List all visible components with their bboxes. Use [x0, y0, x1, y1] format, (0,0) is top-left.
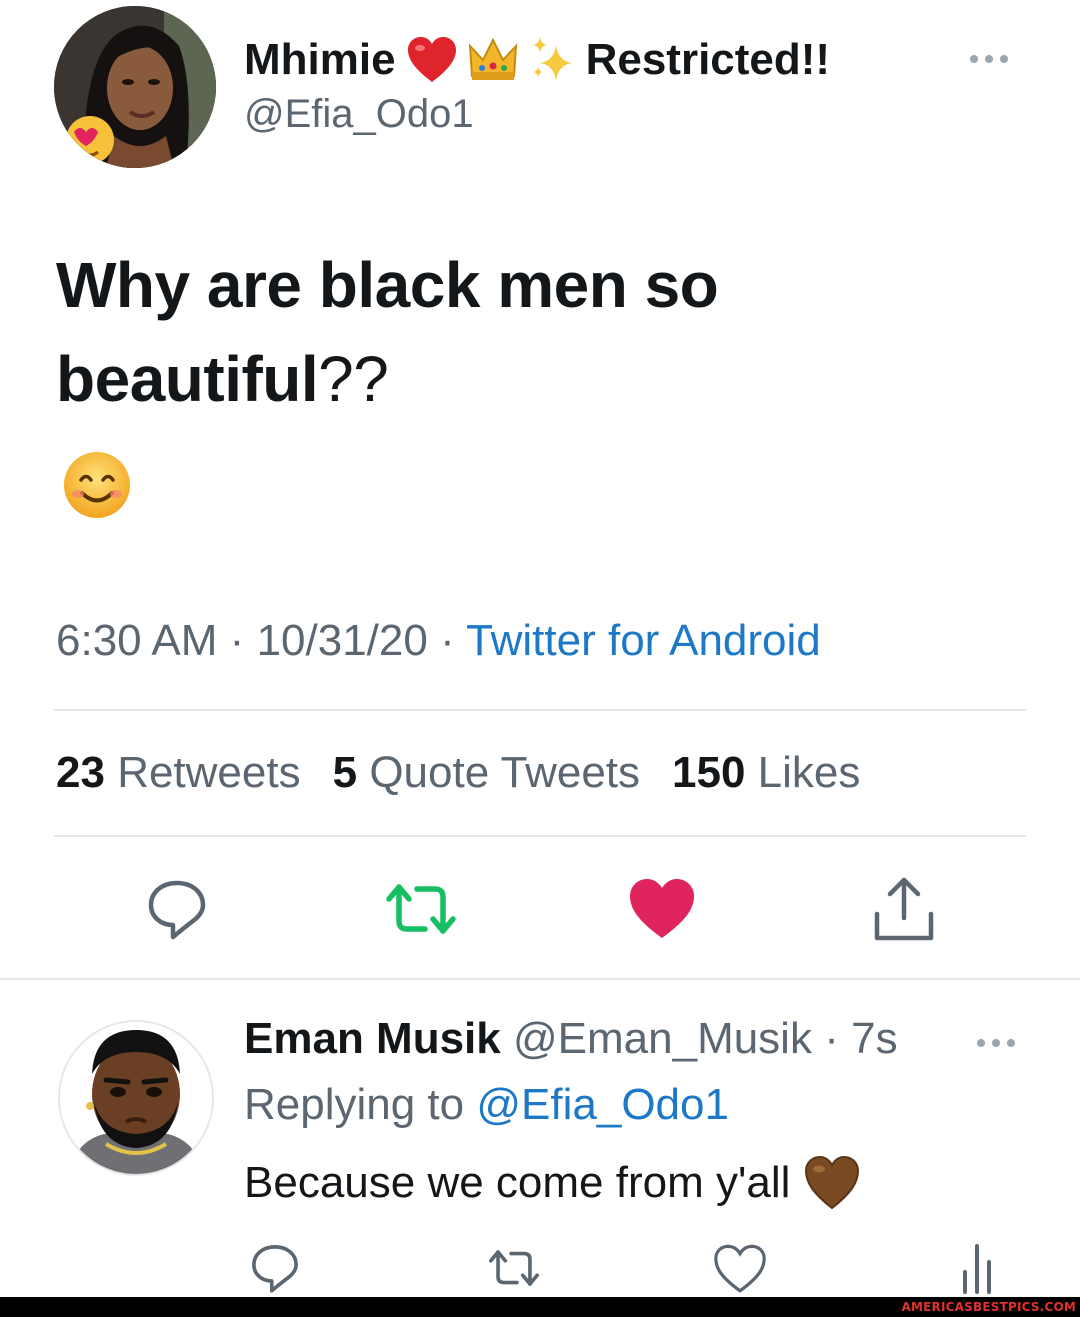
reply-more-options-button[interactable]: [966, 1028, 1026, 1058]
retweets-count: 23: [56, 748, 105, 797]
divider: [54, 835, 1026, 837]
more-dot: [977, 1039, 985, 1047]
brown-heart-icon: [805, 1156, 860, 1210]
red-heart-icon: [407, 37, 456, 82]
quotes-stat[interactable]: 5 Quote Tweets: [333, 748, 640, 798]
reply-time[interactable]: 7s: [851, 1014, 897, 1063]
like-icon: [630, 879, 694, 938]
author-handle[interactable]: @Efia_Odo1: [244, 92, 474, 137]
reply-icon: [148, 880, 206, 940]
tweet-time: 6:30 AM: [56, 616, 218, 665]
tweet-source-link[interactable]: Twitter for Android: [466, 616, 821, 665]
likes-stat[interactable]: 150 Likes: [672, 748, 860, 798]
tweet-stats: 23 Retweets 5 Quote Tweets 150 Likes: [56, 748, 860, 798]
replying-to-prefix: Replying to: [244, 1080, 465, 1129]
reply-like-button[interactable]: [710, 1242, 770, 1296]
reply-author-handle[interactable]: @Eman_Musik: [513, 1014, 812, 1063]
more-dot: [1000, 55, 1008, 63]
reply-reply-button[interactable]: [246, 1240, 304, 1296]
replying-to-mention[interactable]: @Efia_Odo1: [476, 1080, 729, 1129]
more-dot: [1007, 1039, 1015, 1047]
replying-to-line: Replying to @Efia_Odo1: [244, 1080, 729, 1130]
divider: [0, 978, 1080, 980]
retweets-label: Retweets: [117, 748, 301, 797]
more-dot: [970, 55, 978, 63]
reply-header: Eman Musik @Eman_Musik · 7s: [244, 1014, 898, 1064]
reply-icon: [252, 1245, 298, 1293]
more-options-button[interactable]: [956, 44, 1022, 74]
quotes-count: 5: [332, 748, 358, 797]
author-display-name[interactable]: Mhimie Restricted!!: [244, 32, 830, 88]
tweet-text-punct: ??: [318, 343, 389, 415]
watermark-bar: AMERICASBESTPICS.COM: [0, 1297, 1080, 1317]
retweet-icon: [488, 1250, 540, 1286]
crown-icon: [468, 38, 517, 80]
like-icon: [714, 1244, 766, 1293]
reply-retweet-button[interactable]: [484, 1242, 544, 1294]
watermark: AMERICASBESTPICS.COM: [901, 1300, 1076, 1314]
tweet-text: Why are black men so beautiful??: [56, 238, 936, 426]
reply-text: Because we come from y'all: [244, 1156, 860, 1210]
meta-separator: ·: [440, 616, 455, 665]
avatar-portrait: [54, 6, 216, 168]
retweet-icon: [386, 884, 456, 934]
reply-button[interactable]: [142, 874, 212, 944]
author-name-text: Mhimie: [244, 35, 396, 84]
quotes-label: Quote Tweets: [369, 748, 641, 797]
divider: [54, 709, 1026, 711]
smiling-face-icon: [64, 452, 130, 518]
author-avatar[interactable]: [54, 6, 216, 168]
reply-separator: ·: [824, 1014, 839, 1063]
tweet-meta: 6:30 AM · 10/31/20 · Twitter for Android: [56, 616, 821, 666]
reply-analytics-button[interactable]: [952, 1240, 1002, 1296]
analytics-icon: [963, 1244, 991, 1294]
likes-count: 150: [672, 748, 746, 797]
sparkles-icon: [532, 37, 572, 81]
retweets-stat[interactable]: 23 Retweets: [56, 748, 301, 798]
retweet-button[interactable]: [380, 876, 462, 942]
share-icon: [874, 877, 934, 941]
reply-author-avatar[interactable]: [58, 1020, 214, 1176]
author-name-suffix: Restricted!!: [585, 35, 831, 84]
share-button[interactable]: [868, 872, 940, 944]
more-dot: [992, 1039, 1000, 1047]
tweet-date: 10/31/20: [256, 616, 428, 665]
avatar-cartoon: [60, 1022, 212, 1174]
like-button[interactable]: [626, 876, 698, 942]
reply-author-name[interactable]: Eman Musik: [244, 1014, 501, 1063]
meta-separator: ·: [229, 616, 245, 665]
reply-text-main: Because we come from y'all: [244, 1158, 791, 1207]
likes-label: Likes: [757, 748, 861, 797]
more-dot: [985, 55, 993, 63]
